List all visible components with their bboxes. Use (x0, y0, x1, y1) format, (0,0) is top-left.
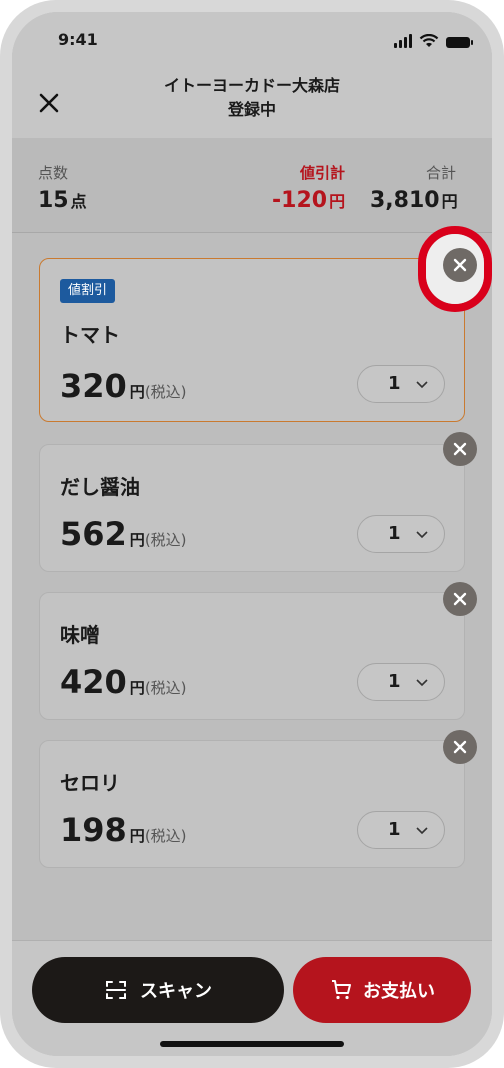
product-name: だし醤油 (60, 475, 140, 499)
cart-item[interactable]: セロリ 198 円(税込) 1 (39, 740, 465, 868)
status-bar: 9:41 (12, 12, 492, 68)
pay-label: お支払い (363, 981, 435, 1002)
product-name: セロリ (60, 771, 120, 795)
quantity-value: 1 (388, 671, 401, 692)
signal-icon (394, 34, 412, 48)
count-label: 点数 (38, 164, 69, 182)
remove-item-button[interactable] (443, 432, 477, 466)
cart-item[interactable]: 味噌 420 円(税込) 1 (39, 592, 465, 720)
quantity-select[interactable]: 1 (357, 811, 445, 849)
store-name: イトーヨーカドー大森店 (163, 76, 340, 95)
chevron-down-icon (416, 531, 428, 539)
product-price: 562 円(税込) (60, 515, 187, 553)
cart-item[interactable]: だし醤油 562 円(税込) 1 (39, 444, 465, 572)
chevron-down-icon (416, 679, 428, 687)
screen: 9:41 イトーヨーカドー大森店 登録中 点数 15 点 値引計 -120 円 合計 (12, 12, 492, 1056)
close-icon (453, 258, 467, 272)
scan-button[interactable]: スキャン (32, 957, 284, 1023)
chevron-down-icon (416, 381, 428, 389)
scan-icon (106, 981, 126, 999)
discount-label: 値引計 (300, 164, 346, 182)
product-name: 味噌 (60, 623, 100, 647)
quantity-value: 1 (388, 373, 401, 394)
total-label: 合計 (426, 164, 457, 182)
quantity-value: 1 (388, 523, 401, 544)
registration-status: 登録中 (227, 100, 276, 119)
remove-item-button[interactable] (443, 582, 477, 616)
remove-item-button[interactable] (443, 730, 477, 764)
phone-frame: 9:41 イトーヨーカドー大森店 登録中 点数 15 点 値引計 -120 円 合計 (0, 0, 504, 1068)
cart-item[interactable]: 値割引 トマト 320 円(税込) 1 (39, 258, 465, 422)
cart-icon (332, 980, 351, 1000)
close-icon (453, 740, 467, 754)
total-value: 3,810 円 (370, 188, 458, 213)
quantity-value: 1 (388, 819, 401, 840)
scan-label: スキャン (140, 981, 212, 1002)
count-value: 15 点 (38, 188, 87, 213)
cart-summary: 点数 15 点 値引計 -120 円 合計 3,810 円 (12, 138, 492, 233)
remove-item-button[interactable] (443, 248, 477, 282)
pay-button[interactable]: お支払い (293, 957, 471, 1023)
battery-icon (446, 37, 473, 48)
close-icon (453, 592, 467, 606)
bottom-bar: スキャン お支払い (12, 940, 492, 1056)
header: イトーヨーカドー大森店 登録中 (12, 68, 492, 138)
home-indicator[interactable] (160, 1041, 344, 1047)
product-price: 420 円(税込) (60, 663, 187, 701)
chevron-down-icon (416, 827, 428, 835)
status-icons (394, 34, 473, 48)
product-price: 320 円(税込) (60, 367, 187, 405)
wifi-icon (419, 34, 439, 47)
status-time: 9:41 (58, 30, 98, 49)
quantity-select[interactable]: 1 (357, 515, 445, 553)
discount-badge: 値割引 (60, 279, 116, 303)
discount-value: -120 円 (272, 188, 346, 213)
quantity-select[interactable]: 1 (357, 663, 445, 701)
product-name: トマト (60, 323, 120, 347)
product-price: 198 円(税込) (60, 811, 187, 849)
quantity-select[interactable]: 1 (357, 365, 445, 403)
close-icon (453, 442, 467, 456)
